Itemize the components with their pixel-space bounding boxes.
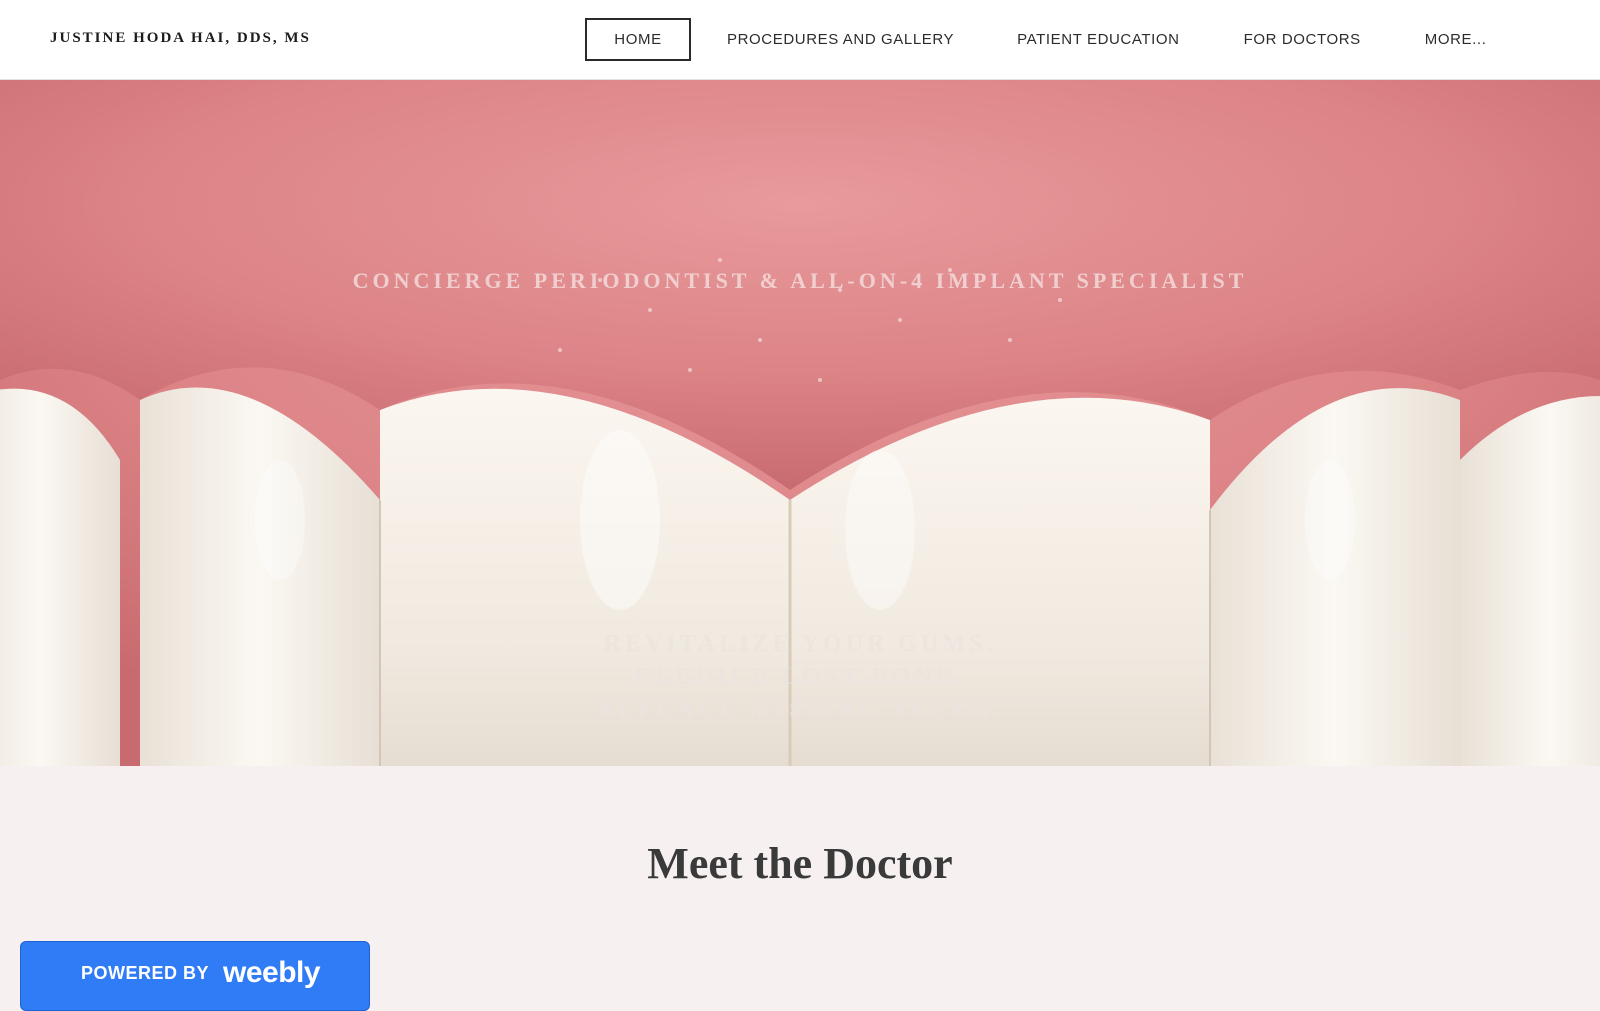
- powered-by-weebly-badge[interactable]: POWERED BY weebly: [20, 941, 370, 1011]
- site-header: JUSTINE HODA HAI, DDS, MS HOME PROCEDURE…: [0, 0, 1600, 80]
- section-title-meet-the-doctor: Meet the Doctor: [647, 839, 953, 888]
- nav-item-patient-education[interactable]: PATIENT EDUCATION: [1017, 18, 1179, 61]
- nav-item-for-doctors[interactable]: FOR DOCTORS: [1244, 18, 1361, 61]
- hero-line-gums: REVITALIZE YOUR GUMS.: [603, 631, 997, 657]
- powered-by-label: POWERED BY: [81, 963, 210, 983]
- hero-line-bone: REBUILD LOST BONE.: [634, 664, 966, 690]
- nav-item-home[interactable]: HOME: [585, 18, 691, 61]
- nav-item-procedures-and-gallery[interactable]: PROCEDURES AND GALLERY: [727, 18, 954, 61]
- hero-banner: CONCIERGE PERIODONTIST & ALL-ON-4 IMPLAN…: [0, 80, 1600, 766]
- hero-tagline: CONCIERGE PERIODONTIST & ALL-ON-4 IMPLAN…: [352, 268, 1248, 293]
- nav-item-more[interactable]: MORE...: [1425, 18, 1487, 61]
- hero-headline: REVITALIZE YOUR GUMS. REBUILD LOST BONE.…: [0, 628, 1600, 727]
- hero-line-teeth: REPLACE MISSING TEETH.: [596, 697, 1004, 723]
- main-nav: HOME PROCEDURES AND GALLERY PATIENT EDUC…: [585, 18, 1486, 61]
- site-title[interactable]: JUSTINE HODA HAI, DDS, MS: [50, 30, 311, 47]
- weebly-logo: weebly: [223, 956, 321, 989]
